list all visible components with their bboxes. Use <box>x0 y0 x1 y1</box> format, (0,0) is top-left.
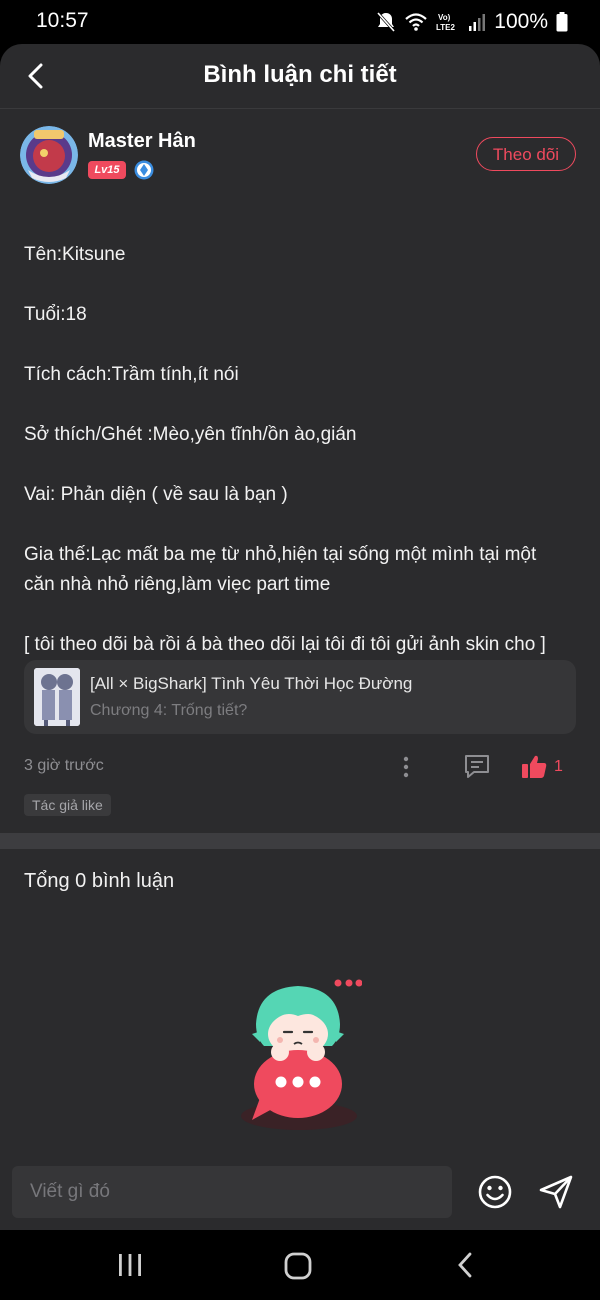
battery-icon <box>556 12 568 32</box>
comment-composer <box>0 1158 600 1230</box>
status-time: 10:57 <box>36 9 89 32</box>
status-icons: Vo) LTE2 100% <box>376 9 568 35</box>
back-nav-icon[interactable] <box>454 1251 476 1279</box>
follow-button[interactable]: Theo dõi <box>476 137 576 171</box>
author-name[interactable]: Master Hân <box>88 130 196 153</box>
thumbs-up-icon <box>522 755 547 778</box>
smiley-icon <box>478 1175 512 1209</box>
emoji-button[interactable] <box>476 1173 514 1211</box>
comment-input[interactable] <box>12 1166 452 1218</box>
empty-comments-illustration <box>241 979 362 1130</box>
wifi-icon <box>405 13 428 31</box>
volte-lte2-icon: Vo) LTE2 <box>436 13 456 32</box>
status-bar: 10:57 Vo) LTE2 100% <box>0 0 600 44</box>
comment-line: Tuổi:18 <box>24 304 87 325</box>
author-like-badge: Tác giả like <box>24 794 111 816</box>
avatar[interactable] <box>20 126 78 184</box>
send-button[interactable] <box>536 1172 576 1212</box>
recent-apps-icon[interactable] <box>116 1252 144 1278</box>
home-icon[interactable] <box>284 1252 312 1280</box>
comment-timestamp: 3 giờ trước <box>24 757 104 774</box>
more-vertical-icon <box>403 756 409 778</box>
section-divider <box>0 833 600 849</box>
avatar-image <box>20 126 78 184</box>
mute-icon <box>377 12 396 32</box>
comment-author: Master Hân Lv15 Theo dõi <box>20 126 580 186</box>
comment-detail-screen: Bình luận chi tiết Master Hân Lv15 Theo … <box>0 44 600 1230</box>
page-title: Bình luận chi tiết <box>203 61 397 88</box>
story-chapter: Chương 4: Trống tiết? <box>90 702 248 719</box>
comment-line: Tên:Kitsune <box>24 244 126 265</box>
more-options-button[interactable] <box>396 752 416 782</box>
comment-text: Tên:Kitsune Tuổi:18 Tích cách:Trầm tính,… <box>24 240 564 660</box>
level-badge: Lv15 <box>88 161 126 179</box>
system-nav-bar <box>0 1230 600 1300</box>
like-count: 1 <box>554 758 563 775</box>
comment-line: Gia thế:Lạc mất ba mẹ từ nhỏ,hiện tại số… <box>24 544 537 595</box>
comment-icon <box>465 755 489 778</box>
svg-text:Vo): Vo) <box>438 13 451 22</box>
battery-percent: 100% <box>494 10 548 33</box>
app-header: Bình luận chi tiết <box>0 44 600 109</box>
svg-text:LTE2: LTE2 <box>436 23 456 32</box>
story-title: [All × BigShark] Tình Yêu Thời Học Đường <box>90 674 413 693</box>
comment-line: Tích cách:Trầm tính,ít nói <box>24 364 239 385</box>
story-link-card[interactable]: [All × BigShark] Tình Yêu Thời Học Đường… <box>24 660 576 734</box>
diamond-badge-icon <box>134 160 154 180</box>
total-comments-label: Tổng 0 bình luận <box>24 870 175 892</box>
send-icon <box>539 1175 573 1209</box>
like-button[interactable]: 1 <box>520 752 580 782</box>
comment-line: Sở thích/Ghét :Mèo,yên tĩnh/ồn ào,gián <box>24 424 357 445</box>
comment-line: Vai: Phản diện ( về sau là bạn ) <box>24 484 288 505</box>
story-thumbnail <box>34 668 80 726</box>
story-cover-image <box>34 668 80 726</box>
signal-icon <box>469 14 486 31</box>
comment-meta: 3 giờ trước 1 <box>24 752 576 782</box>
reply-button[interactable] <box>462 753 492 781</box>
comment-line: [ tôi theo dõi bà rồi á bà theo dõi lại … <box>24 634 546 655</box>
